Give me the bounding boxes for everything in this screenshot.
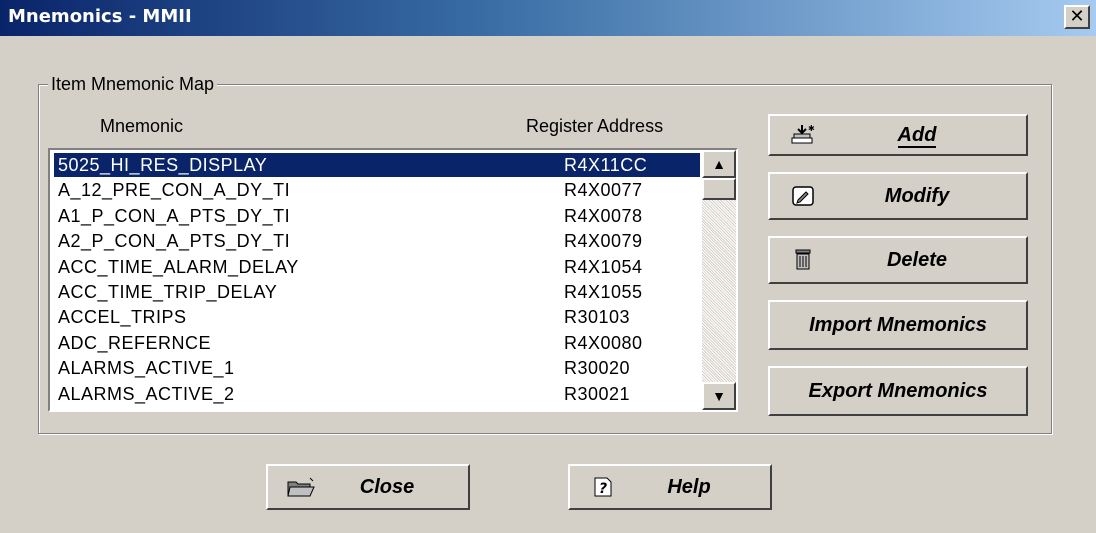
- mnemonic-cell: A1_P_CON_A_PTS_DY_TI: [58, 205, 291, 226]
- window-title: Mnemonics - MMII: [8, 6, 192, 27]
- register-address-cell: R4X0078: [564, 205, 643, 226]
- pencil-icon: [788, 183, 818, 209]
- help-icon: ?: [588, 474, 618, 500]
- mnemonic-cell: ADC_REFERNCE: [58, 332, 212, 353]
- mnemonic-cell: ACC_TIME_TRIP_DELAY: [58, 282, 278, 302]
- mnemonic-cell: ALARMS_ACTIVE_1: [58, 358, 235, 379]
- register-address-cell: R4X0079: [564, 231, 643, 252]
- close-icon: ✕: [1069, 6, 1085, 27]
- import-mnemonics-label: Import Mnemonics: [809, 313, 987, 336]
- mnemonic-cell: A_12_PRE_CON_A_DY_TI: [58, 180, 291, 201]
- modify-button-label: Modify: [884, 184, 950, 207]
- scroll-down-button[interactable]: ▼: [702, 382, 736, 410]
- export-mnemonics-button[interactable]: Export Mnemonics: [768, 366, 1028, 416]
- add-button-label: Add: [897, 123, 937, 148]
- register-address-cell: R30021: [564, 383, 631, 404]
- list-item[interactable]: 5025_HI_RES_DISPLAY R4X11CC: [54, 153, 700, 177]
- arrow-down-icon: ▼: [712, 388, 726, 404]
- close-button-label: Close: [359, 475, 415, 498]
- register-address-cell: R4X11CC: [564, 155, 648, 175]
- svg-text:✱: ✱: [808, 124, 815, 133]
- mnemonic-cell: ALARMS_ACTIVE_2: [58, 383, 235, 404]
- close-button[interactable]: Close: [266, 464, 470, 510]
- mnemonic-list-rows: 5025_HI_RES_DISPLAY R4X11CC A_12_PRE_CON_A…: [50, 150, 702, 410]
- list-item[interactable]: ACCEL_TRIPS R30103: [54, 305, 700, 329]
- title-bar: Mnemonics - MMII ✕: [0, 0, 1096, 36]
- list-item[interactable]: ALARMS_ACTIVE_2 R30021: [54, 382, 700, 406]
- mnemonic-cell: ACC_TIME_ALARM_DELAY: [58, 256, 299, 277]
- add-button[interactable]: ✱ Add: [768, 114, 1028, 156]
- mnemonic-list[interactable]: 5025_HI_RES_DISPLAY R4X11CC A_12_PRE_CON_A…: [48, 148, 738, 412]
- arrow-up-icon: ▲: [712, 156, 726, 172]
- svg-text:?: ?: [599, 481, 607, 497]
- list-item[interactable]: A_12_PRE_CON_A_DY_TI R4X0077: [54, 178, 700, 202]
- list-item[interactable]: ALARMS_ACTIVE_1 R30020: [54, 356, 700, 380]
- scroll-thumb[interactable]: [702, 178, 736, 200]
- mnemonic-cell: ACCEL_TRIPS: [58, 307, 187, 328]
- import-mnemonics-button[interactable]: Import Mnemonics: [768, 300, 1028, 350]
- mnemonic-cell: 5025_HI_RES_DISPLAY: [58, 155, 268, 175]
- list-scrollbar[interactable]: ▲ ▼: [702, 150, 736, 410]
- delete-button-label: Delete: [886, 248, 948, 271]
- column-header-mnemonic: Mnemonic: [100, 116, 184, 136]
- modify-button[interactable]: Modify: [768, 172, 1028, 220]
- register-address-cell: R30103: [564, 307, 631, 328]
- folder-icon: [286, 474, 316, 500]
- mnemonic-cell: A2_P_CON_A_PTS_DY_TI: [58, 231, 291, 252]
- list-item[interactable]: ACC_TIME_ALARM_DELAY R4X1054: [54, 255, 700, 279]
- list-item[interactable]: ADC_REFERNCE R4X0080: [54, 331, 700, 355]
- help-button[interactable]: ? Help: [568, 464, 772, 510]
- column-header-register-address: Register Address: [526, 116, 664, 136]
- register-address-cell: R4X0080: [564, 332, 643, 353]
- add-icon: ✱: [788, 122, 818, 148]
- register-address-cell: R4X1055: [564, 282, 643, 302]
- trash-icon: [788, 247, 818, 273]
- register-address-cell: R4X1054: [564, 256, 643, 277]
- window-close-button[interactable]: ✕: [1064, 5, 1090, 29]
- register-address-cell: R4X0077: [564, 180, 643, 201]
- delete-button[interactable]: Delete: [768, 236, 1028, 284]
- list-item[interactable]: ACC_TIME_TRIP_DELAY R4X1055: [54, 280, 700, 304]
- export-mnemonics-label: Export Mnemonics: [808, 379, 988, 402]
- list-item[interactable]: A2_P_CON_A_PTS_DY_TI R4X0079: [54, 229, 700, 253]
- register-address-cell: R30020: [564, 358, 631, 379]
- list-item[interactable]: A1_P_CON_A_PTS_DY_TI R4X0078: [54, 204, 700, 228]
- group-label: Item Mnemonic Map: [48, 74, 218, 95]
- scroll-up-button[interactable]: ▲: [702, 150, 736, 178]
- help-button-label: Help: [667, 475, 711, 498]
